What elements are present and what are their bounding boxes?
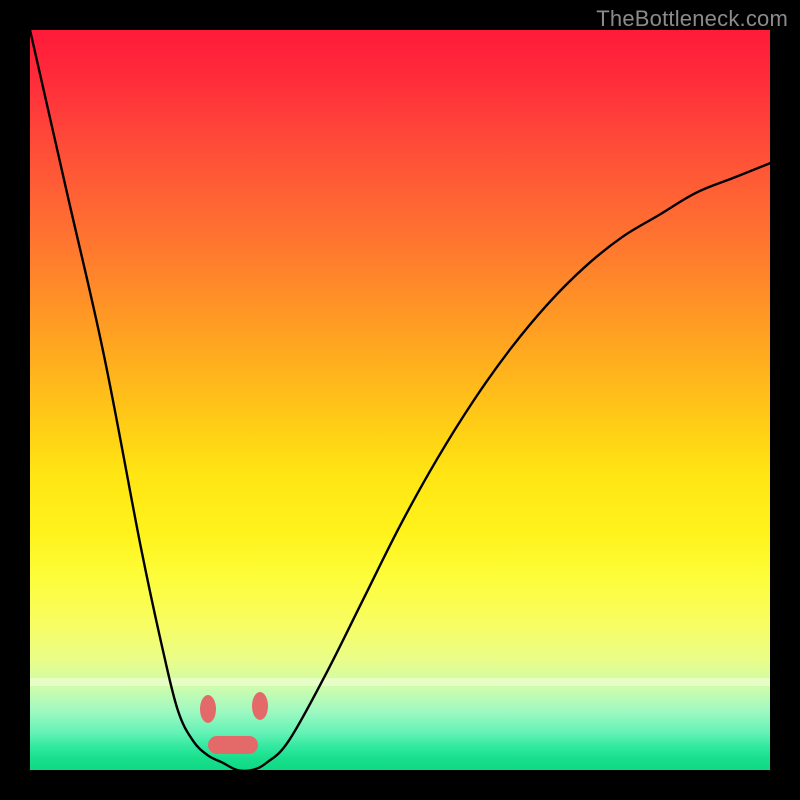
outer-frame: TheBottleneck.com — [0, 0, 800, 800]
valley-dot-right — [252, 692, 268, 720]
curve-layer — [30, 30, 770, 770]
valley-bar-bottom — [208, 736, 258, 754]
bottleneck-curve — [30, 30, 770, 770]
plot-area — [30, 30, 770, 770]
watermark-text: TheBottleneck.com — [596, 6, 788, 32]
valley-dot-left — [200, 695, 216, 723]
